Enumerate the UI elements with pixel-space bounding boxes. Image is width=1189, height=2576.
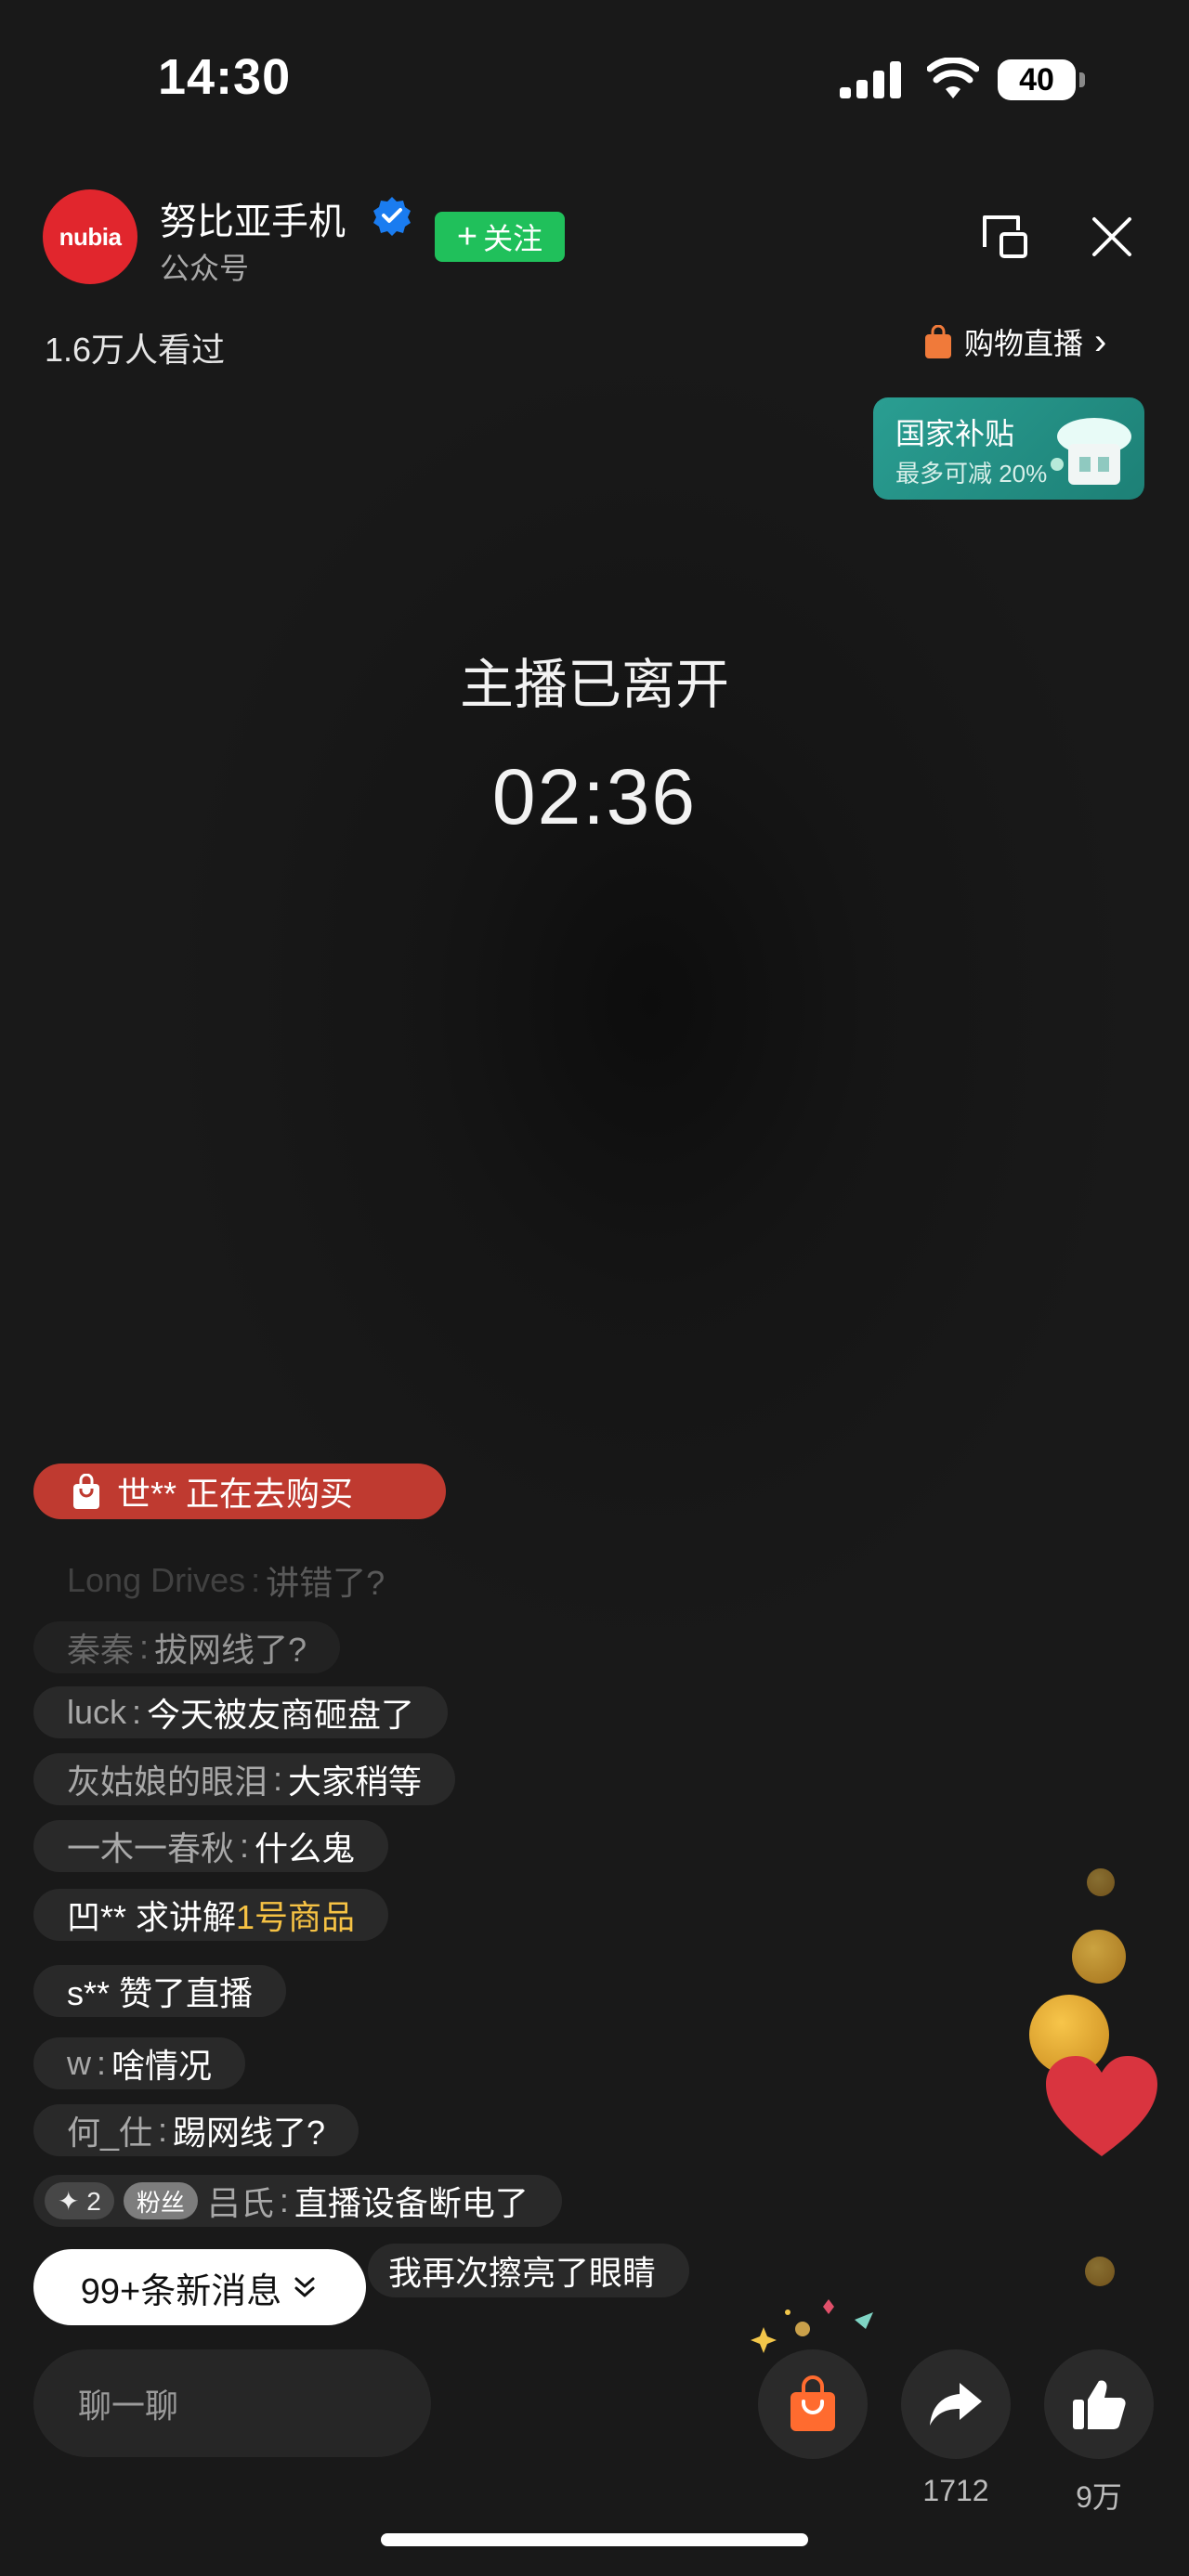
- shop-live-link[interactable]: 购物直播 ›: [923, 321, 1106, 362]
- verified-icon: [373, 197, 411, 236]
- comment-user: 何_仕: [67, 2114, 153, 2152]
- chat-input[interactable]: 聊一聊: [33, 2349, 431, 2457]
- pip-icon[interactable]: [977, 210, 1031, 264]
- share-icon: [930, 2383, 982, 2426]
- shopping-bag-icon: [925, 325, 951, 358]
- status-time: 14:30: [158, 49, 292, 105]
- comment-item[interactable]: 一木一春秋 : 什么鬼: [33, 1820, 389, 1872]
- comment-item[interactable]: 何_仕 : 踢网线了?: [33, 2104, 359, 2156]
- comment-separator: :: [139, 1628, 150, 1666]
- comment-separator: :: [158, 2111, 168, 2149]
- shop-live-label: 购物直播: [964, 327, 1084, 360]
- plus-icon: +: [456, 217, 478, 256]
- comment-separator: :: [279, 2181, 289, 2219]
- emoji-reaction-icon: [1085, 2257, 1115, 2286]
- chat-placeholder: 聊一聊: [78, 2387, 179, 2425]
- new-messages-button[interactable]: 99+条新消息: [33, 2249, 366, 2325]
- fan-badge: 粉丝: [123, 2182, 198, 2219]
- comment-text: 啥情况: [111, 2047, 213, 2085]
- comment-user: 秦秦: [67, 1631, 135, 1669]
- heart-icon: [1046, 2056, 1157, 2156]
- comment-item[interactable]: 我再次擦亮了眼睛: [368, 2244, 690, 2297]
- account-name[interactable]: 努比亚手机: [160, 191, 346, 245]
- subsidy-title: 国家补贴: [895, 417, 1015, 450]
- wifi-icon: [927, 58, 979, 98]
- home-indicator[interactable]: [381, 2533, 808, 2546]
- comment-separator: :: [251, 1561, 261, 1599]
- comment-separator: :: [273, 1760, 283, 1798]
- comment-user: 一木一春秋: [67, 1829, 235, 1867]
- comment-text: 凹** 求讲解: [67, 1898, 237, 1936]
- share-count: 1712: [922, 2474, 989, 2507]
- chevron-down-icon: [294, 2277, 315, 2297]
- signal-icon: [840, 61, 901, 98]
- comment-separator: :: [97, 2044, 107, 2082]
- like-count: 9万: [1076, 2480, 1122, 2514]
- comment-text: 大家稍等: [288, 1763, 423, 1801]
- comment-text: 踢网线了?: [173, 2114, 326, 2152]
- shopping-bag-icon: [73, 1474, 99, 1509]
- comment-item[interactable]: 凹** 求讲解 1号商品: [33, 1889, 389, 1941]
- comment-text: 讲错了?: [266, 1564, 385, 1602]
- shopping-cart-button[interactable]: [758, 2349, 868, 2459]
- purchase-notice: 世** 正在去购买: [33, 1464, 446, 1519]
- countdown-timer: 02:36: [491, 753, 698, 840]
- comment-item[interactable]: w : 啥情况: [33, 2037, 246, 2089]
- close-icon[interactable]: [1089, 214, 1135, 260]
- battery-icon: 40: [998, 59, 1085, 100]
- comment-text: 今天被友商砸盘了: [147, 1696, 415, 1734]
- comment-item[interactable]: luck : 今天被友商砸盘了: [33, 1686, 449, 1738]
- product-highlight[interactable]: 1号商品: [236, 1891, 355, 1939]
- comment-item[interactable]: s** 赞了直播: [33, 1965, 287, 2017]
- comment-user: 吕氏: [206, 2184, 274, 2222]
- comment-item[interactable]: 秦秦 : 拔网线了?: [33, 1621, 340, 1673]
- shopping-bag-icon: [790, 2375, 835, 2431]
- new-messages-label: 99+条新消息: [80, 2271, 282, 2311]
- thumbs-up-icon: [1073, 2380, 1126, 2429]
- comment-item[interactable]: 灰姑娘的眼泪 : 大家稍等: [33, 1753, 456, 1805]
- comment-user: w: [67, 2044, 91, 2082]
- viewer-count: 1.6万人看过: [45, 331, 226, 369]
- comment-text: 什么鬼: [255, 1829, 356, 1867]
- emoji-reaction-icon: [1087, 1868, 1115, 1896]
- comment-text: s** 赞了直播: [67, 1974, 254, 2012]
- comment-user: Long Drives: [67, 1561, 246, 1599]
- purchase-notice-text: 世** 正在去购买: [117, 1475, 354, 1513]
- chevron-right-icon: ›: [1094, 320, 1107, 362]
- emoji-reaction-icon: [1072, 1930, 1126, 1984]
- subsidy-subtitle: 最多可减 20%: [895, 460, 1048, 488]
- like-button[interactable]: [1044, 2349, 1154, 2459]
- comment-text: 我再次擦亮了眼睛: [388, 2254, 657, 2292]
- follow-button[interactable]: + 关注: [435, 212, 565, 262]
- comment-user: luck: [67, 1693, 127, 1731]
- avatar[interactable]: nubia: [43, 189, 137, 284]
- level-badge: ✦ 2: [45, 2182, 114, 2219]
- account-type: 公众号: [160, 252, 250, 285]
- battery-level: 40: [998, 59, 1076, 100]
- house-illustration-icon: [1051, 418, 1131, 485]
- comment-item[interactable]: Long Drives : 讲错了?: [33, 1555, 418, 1607]
- host-status: 主播已离开: [459, 655, 729, 715]
- share-button[interactable]: [901, 2349, 1011, 2459]
- comment-text: 拔网线了?: [154, 1631, 307, 1669]
- national-subsidy-banner[interactable]: 国家补贴 最多可减 20%: [873, 397, 1144, 500]
- comment-separator: :: [132, 1693, 142, 1731]
- follow-label: 关注: [483, 222, 543, 255]
- comment-separator: :: [240, 1827, 250, 1865]
- comment-text: 直播设备断电了: [294, 2184, 529, 2222]
- comment-user: 灰姑娘的眼泪: [67, 1763, 268, 1801]
- comment-item[interactable]: ✦ 2 粉丝 吕氏 : 直播设备断电了: [33, 2175, 562, 2227]
